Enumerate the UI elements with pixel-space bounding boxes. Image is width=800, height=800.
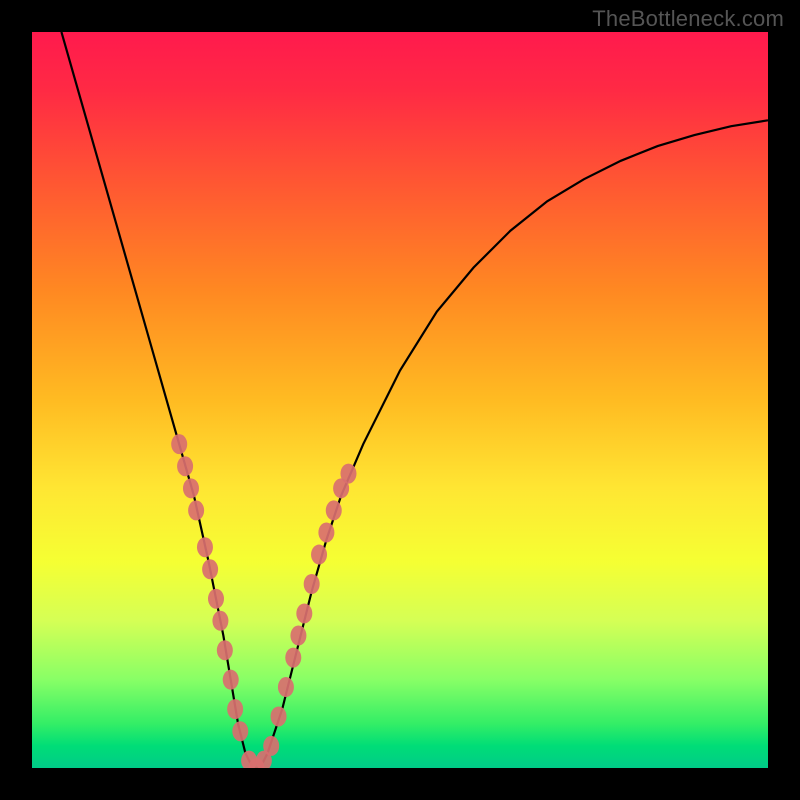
data-marker	[217, 640, 233, 660]
data-marker	[212, 611, 228, 631]
data-marker	[177, 456, 193, 476]
data-marker	[326, 500, 342, 520]
data-marker	[232, 721, 248, 741]
data-marker	[333, 478, 349, 498]
watermark-text: TheBottleneck.com	[592, 6, 784, 32]
data-marker	[171, 434, 187, 454]
data-marker	[304, 574, 320, 594]
data-marker	[223, 670, 239, 690]
data-markers	[171, 434, 356, 768]
data-marker	[318, 522, 334, 542]
data-marker	[311, 545, 327, 565]
data-marker	[263, 736, 279, 756]
data-marker	[202, 559, 218, 579]
bottleneck-curve	[61, 32, 768, 768]
data-marker	[227, 699, 243, 719]
data-marker	[340, 464, 356, 484]
data-marker	[271, 706, 287, 726]
data-marker	[278, 677, 294, 697]
data-marker	[296, 603, 312, 623]
data-marker	[256, 751, 272, 768]
data-marker	[208, 589, 224, 609]
data-marker	[285, 648, 301, 668]
data-marker	[248, 758, 264, 768]
data-marker	[183, 478, 199, 498]
data-marker	[290, 626, 306, 646]
chart-svg	[32, 32, 768, 768]
data-marker	[188, 500, 204, 520]
chart-plot-area	[32, 32, 768, 768]
data-marker	[197, 537, 213, 557]
data-marker	[241, 751, 257, 768]
